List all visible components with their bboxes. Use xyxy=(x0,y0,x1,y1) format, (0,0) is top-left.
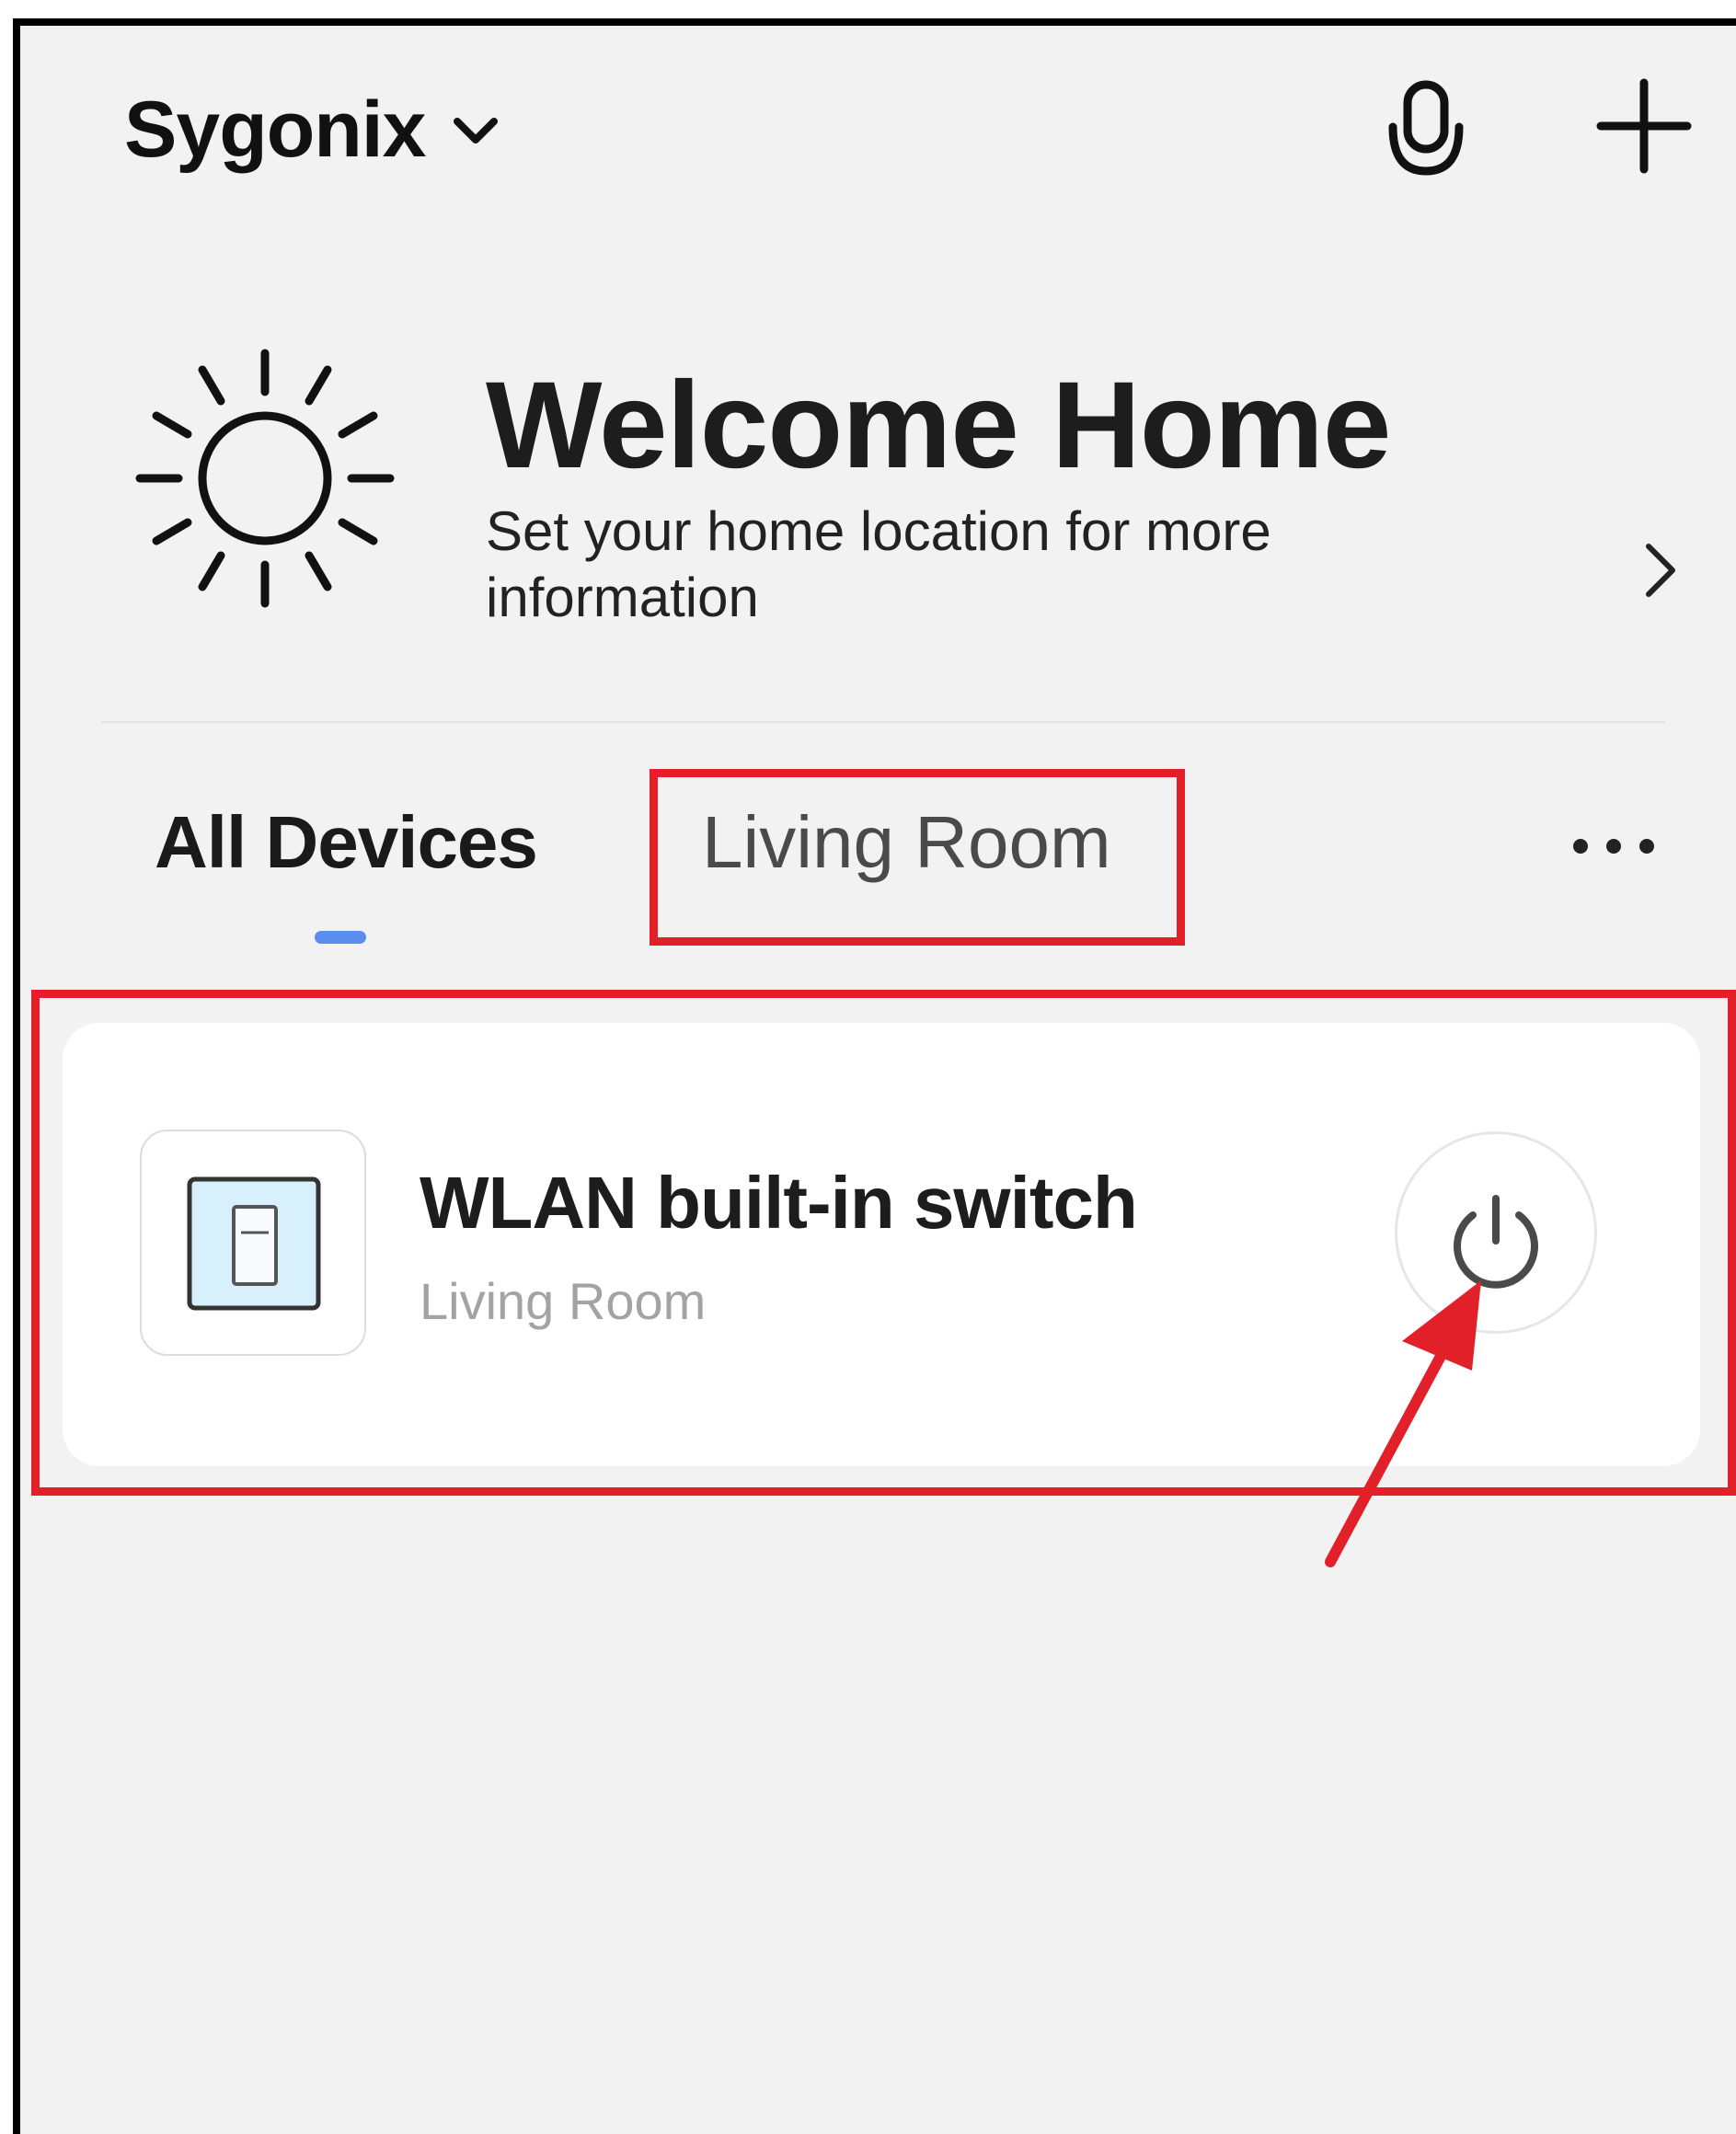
more-button[interactable] xyxy=(1564,823,1665,869)
sun-icon xyxy=(135,349,395,608)
active-tab-indicator xyxy=(315,931,366,944)
more-icon xyxy=(1573,839,1654,854)
home-selector[interactable]: Sygonix xyxy=(124,85,500,176)
welcome-subtitle: Set your home location for more informat… xyxy=(486,500,1271,628)
chevron-down-icon xyxy=(453,117,498,143)
microphone-icon xyxy=(1388,80,1464,176)
device-room: Living Room xyxy=(420,1272,707,1330)
home-name: Sygonix xyxy=(124,86,427,174)
wall-switch-icon xyxy=(187,1176,321,1311)
voice-button[interactable] xyxy=(1380,75,1472,186)
chevron-right-icon xyxy=(1646,544,1675,597)
welcome-title: Welcome Home xyxy=(486,357,1391,494)
power-button[interactable] xyxy=(1395,1131,1597,1334)
tab-living-room[interactable]: Living Room xyxy=(702,800,1111,885)
divider xyxy=(101,721,1665,723)
device-thumbnail xyxy=(140,1130,366,1356)
tab-all-devices[interactable]: All Devices xyxy=(155,800,538,885)
power-icon xyxy=(1454,1195,1538,1289)
device-name: WLAN built-in switch xyxy=(420,1162,1138,1244)
plus-icon xyxy=(1596,78,1692,174)
add-button[interactable] xyxy=(1595,77,1693,175)
device-card[interactable]: WLAN built-in switch Living Room xyxy=(63,1023,1700,1466)
welcome-banner[interactable]: Welcome Home Set your home location for … xyxy=(129,340,1693,653)
